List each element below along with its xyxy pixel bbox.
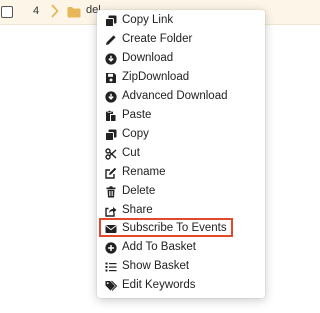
- menu-item-cut[interactable]: Cut: [97, 145, 265, 164]
- context-menu: Copy Link Create Folder Download ZipDown…: [97, 10, 265, 298]
- folder-icon: [67, 5, 81, 23]
- menu-item-rename[interactable]: Rename: [97, 164, 265, 183]
- envelope-icon: [105, 223, 117, 235]
- pencil-icon: [105, 34, 117, 46]
- copy-icon: [105, 129, 117, 141]
- edit-icon: [105, 167, 117, 179]
- scissors-icon: [105, 148, 117, 160]
- menu-item-show-basket[interactable]: Show Basket: [97, 258, 265, 277]
- copy-link-icon: [105, 15, 117, 27]
- menu-item-advanced-download[interactable]: Advanced Download: [97, 88, 265, 107]
- list-icon: [105, 261, 117, 273]
- menu-item-add-to-basket[interactable]: Add To Basket: [97, 239, 265, 258]
- download-icon: [105, 91, 117, 103]
- menu-item-paste[interactable]: Paste: [97, 107, 265, 126]
- menu-item-delete[interactable]: Delete: [97, 183, 265, 202]
- menu-item-copy-link[interactable]: Copy Link: [97, 12, 265, 31]
- row-checkbox[interactable]: [1, 6, 13, 18]
- menu-item-edit-keywords[interactable]: Edit Keywords: [97, 277, 265, 296]
- menu-item-zipdownload[interactable]: ZipDownload: [97, 69, 265, 88]
- menu-item-copy[interactable]: Copy: [97, 126, 265, 145]
- share-icon: [105, 205, 117, 217]
- download-icon: [105, 53, 117, 65]
- save-icon: [105, 72, 117, 84]
- chevron-right-icon[interactable]: [51, 4, 59, 23]
- menu-item-download[interactable]: Download: [97, 50, 265, 69]
- menu-item-share[interactable]: Share: [97, 202, 265, 221]
- paste-icon: [105, 110, 117, 122]
- add-circle-icon: [105, 242, 117, 254]
- file-browser: 4 del Copy Link Create Folder Download Z…: [0, 0, 320, 313]
- menu-item-create-folder[interactable]: Create Folder: [97, 31, 265, 50]
- trash-icon: [105, 186, 117, 198]
- menu-item-subscribe-to-events[interactable]: Subscribe To Events: [97, 220, 265, 239]
- tags-icon: [105, 280, 117, 292]
- row-count: 4: [33, 5, 40, 17]
